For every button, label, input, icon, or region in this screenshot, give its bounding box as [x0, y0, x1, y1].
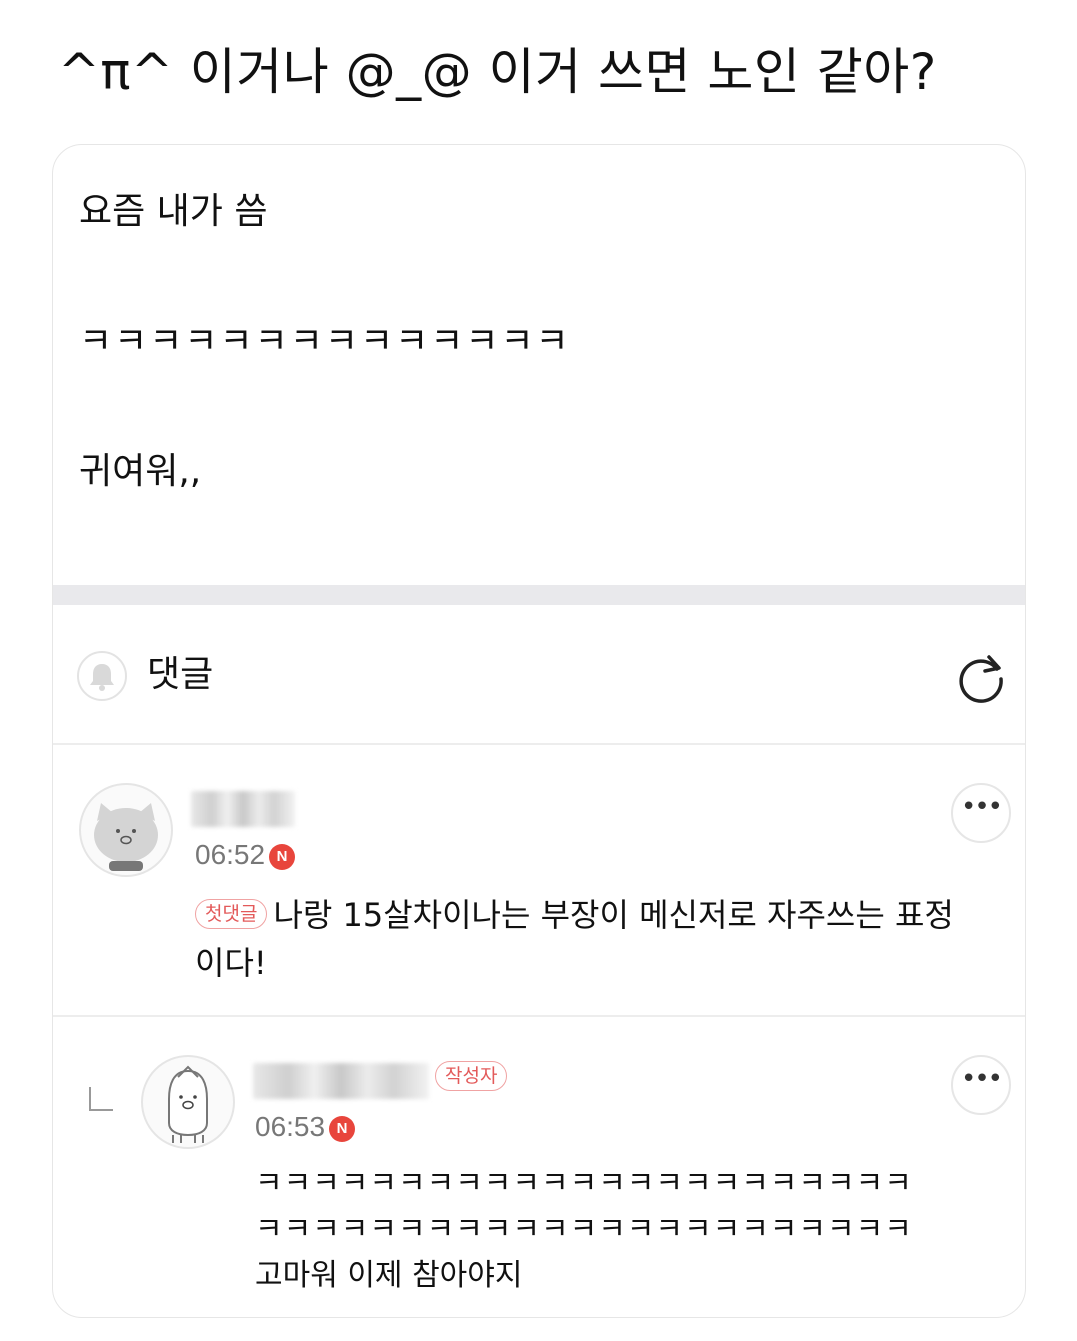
- comment-item: 06:52 N ••• 첫댓글 나랑 15살차이나는 부장이 메신저로 자주쓰는 표…: [53, 745, 1025, 1017]
- first-comment-tag: 첫댓글: [195, 899, 268, 929]
- comment-text: 첫댓글 나랑 15살차이나는 부장이 메신저로 자주쓰는 표정 이다!: [195, 891, 995, 987]
- post-headline: ^π^ 이거나 @_@ 이거 쓰면 노인 같아?: [58, 43, 937, 101]
- more-options-button[interactable]: •••: [951, 783, 1011, 843]
- author-name-blurred: [253, 1063, 429, 1099]
- post-text-line: 귀여워,,: [79, 451, 202, 492]
- section-divider: [53, 585, 1025, 605]
- post-text-line: 요즘 내가 씀: [79, 191, 268, 232]
- comment-text-line: 이다!: [195, 944, 267, 982]
- more-options-button[interactable]: •••: [951, 1055, 1011, 1115]
- avatar[interactable]: [79, 783, 173, 877]
- author-tag: 작성자: [435, 1061, 508, 1091]
- comments-header: 댓글: [53, 605, 1025, 745]
- comment-text-line: 고마워 이제 참아야지: [255, 1258, 523, 1293]
- comment-text: ㅋㅋㅋㅋㅋㅋㅋㅋㅋㅋㅋㅋㅋㅋㅋㅋㅋㅋㅋㅋㅋㅋㅋ ㅋㅋㅋㅋㅋㅋㅋㅋㅋㅋㅋㅋㅋㅋㅋㅋ…: [255, 1161, 995, 1299]
- new-badge: N: [269, 844, 296, 870]
- comments-title: 댓글: [147, 654, 214, 695]
- comment-text-line: 나랑 15살차이나는 부장이 메신저로 자주쓰는 표정: [273, 896, 954, 934]
- comment-text-line: ㅋㅋㅋㅋㅋㅋㅋㅋㅋㅋㅋㅋㅋㅋㅋㅋㅋㅋㅋㅋㅋㅋㅋ: [255, 1166, 913, 1201]
- author-tag-wrap: 작성자: [435, 1061, 513, 1091]
- comment-timestamp: 06:53 N: [255, 1109, 356, 1145]
- reply-item: 작성자 06:53 N ••• ㅋㅋㅋㅋㅋㅋㅋㅋㅋㅋㅋㅋㅋㅋㅋㅋㅋㅋㅋㅋㅋㅋㅋ ㅋ…: [53, 1017, 1025, 1317]
- new-badge: N: [329, 1116, 356, 1142]
- post-text-line: ㅋㅋㅋㅋㅋㅋㅋㅋㅋㅋㅋㅋㅋㅋ: [79, 321, 571, 362]
- reply-indicator-icon: [89, 1087, 113, 1111]
- refresh-icon[interactable]: [953, 649, 1009, 705]
- avatar[interactable]: [141, 1055, 235, 1149]
- author-name-blurred: [191, 791, 295, 827]
- comment-text-line: ㅋㅋㅋㅋㅋㅋㅋㅋㅋㅋㅋㅋㅋㅋㅋㅋㅋㅋㅋㅋㅋㅋㅋ: [255, 1212, 913, 1247]
- bell-icon[interactable]: [77, 651, 127, 701]
- post-card: 요즘 내가 씀 ㅋㅋㅋㅋㅋㅋㅋㅋㅋㅋㅋㅋㅋㅋ 귀여워,, 댓글 06:52 N …: [52, 144, 1026, 1318]
- comment-time: 06:53: [255, 1111, 326, 1142]
- comment-timestamp: 06:52 N: [195, 837, 296, 873]
- comment-time: 06:52: [195, 839, 266, 870]
